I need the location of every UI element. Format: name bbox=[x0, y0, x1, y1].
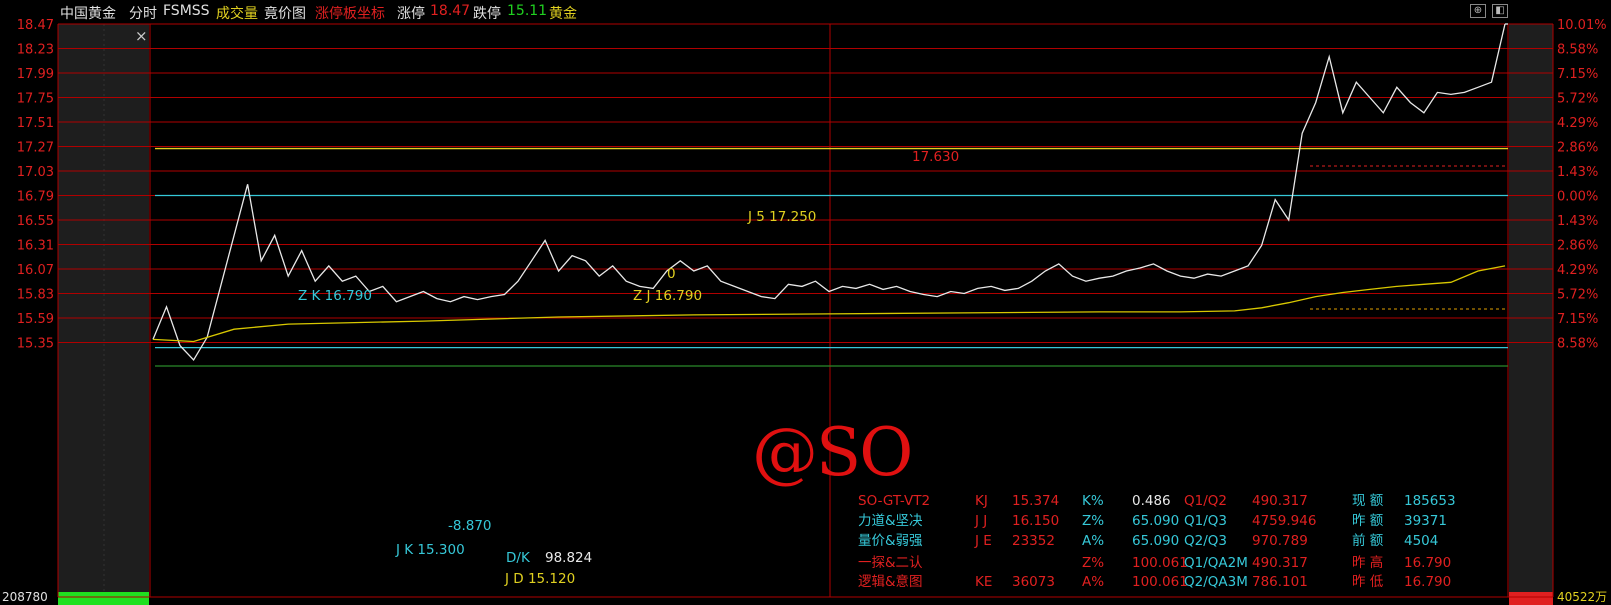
annotation-zj: Z J 16.790 bbox=[633, 288, 702, 304]
info-cell: SO-GT-VT2 bbox=[858, 493, 930, 509]
info-cell: 65.090 bbox=[1132, 533, 1179, 549]
left-axis-tick: 17.75 bbox=[17, 92, 54, 107]
info-cell: 185653 bbox=[1404, 493, 1456, 509]
info-cell: J J bbox=[974, 513, 987, 529]
info-cell: 昨 高 bbox=[1352, 554, 1383, 571]
volume-bar-red bbox=[1509, 592, 1553, 605]
info-cell: Z% bbox=[1082, 513, 1104, 529]
info-cell: Q2/Q3 bbox=[1184, 533, 1227, 549]
right-axis-tick: 2.86% bbox=[1557, 239, 1598, 254]
info-cell: Q1/Q3 bbox=[1184, 513, 1227, 529]
info-cell: KE bbox=[975, 574, 992, 590]
intraday-chart[interactable]: 18.47 18.23 17.99 17.75 17.51 17.27 17.03 16.79… bbox=[0, 0, 1611, 605]
level-lines bbox=[155, 147, 1508, 367]
left-axis-tick: 17.99 bbox=[17, 67, 54, 82]
left-axis-tick: 17.03 bbox=[17, 165, 54, 180]
info-cell: 100.061 bbox=[1132, 555, 1188, 571]
info-cell: A% bbox=[1082, 574, 1104, 590]
info-cell: 39371 bbox=[1404, 513, 1447, 529]
volume-left-value: 208780 bbox=[2, 590, 48, 604]
info-cell: 15.374 bbox=[1012, 493, 1059, 509]
close-icon[interactable]: × bbox=[135, 27, 148, 45]
annotation-neg8870: -8.870 bbox=[448, 518, 492, 534]
info-cell: 100.061 bbox=[1132, 574, 1188, 590]
info-cell: KJ bbox=[975, 493, 988, 509]
info-cell: 65.090 bbox=[1132, 513, 1179, 529]
annotation-zk: Z K 16.790 bbox=[298, 288, 372, 304]
info-cell: 现 额 bbox=[1352, 493, 1384, 509]
left-axis-tick: 16.79 bbox=[17, 190, 54, 205]
info-cell: 昨 低 bbox=[1352, 574, 1384, 590]
right-axis-tick: 8.58% bbox=[1557, 337, 1598, 352]
info-cell: 昨 额 bbox=[1352, 513, 1384, 529]
annotation-zero: 0 bbox=[667, 266, 676, 282]
right-axis-tick: 0.00% bbox=[1557, 190, 1598, 205]
info-cell: 一探&二认 bbox=[858, 555, 923, 571]
right-axis-tick: 4.29% bbox=[1557, 116, 1598, 131]
info-cell: Q1/QA2M bbox=[1184, 555, 1248, 571]
info-cell: A% bbox=[1082, 533, 1104, 549]
info-cell: K% bbox=[1082, 493, 1104, 509]
info-cell: 36073 bbox=[1012, 574, 1055, 590]
indicator-table: SO-GT-VT2 KJ 15.374 K% 0.486 Q1/Q2 490.317 现 额 1… bbox=[858, 493, 1456, 590]
annotation-dk_label: D/K bbox=[506, 550, 531, 566]
right-axis-tick: 4.29% bbox=[1557, 263, 1598, 278]
volume-bar-green bbox=[58, 592, 149, 605]
annotation-val_17630: 17.630 bbox=[912, 149, 959, 165]
volume-right-value: 40522万 bbox=[1557, 590, 1607, 604]
series-price bbox=[152, 23, 1506, 361]
info-cell: 逻辑&意图 bbox=[858, 573, 923, 590]
left-axis-tick: 15.83 bbox=[17, 288, 54, 303]
right-axis-tick: 8.58% bbox=[1557, 43, 1598, 58]
left-axis-tick: 15.35 bbox=[17, 337, 54, 352]
annotation-jd: J D 15.120 bbox=[504, 571, 575, 587]
watermark: @SO bbox=[752, 414, 913, 491]
info-cell: Q1/Q2 bbox=[1184, 493, 1227, 509]
info-cell: 23352 bbox=[1012, 533, 1055, 549]
right-axis-tick: 2.86% bbox=[1557, 141, 1598, 156]
info-cell: 力道&坚决 bbox=[858, 513, 923, 529]
info-cell: J E bbox=[974, 533, 992, 549]
info-cell: Q2/QA3M bbox=[1184, 574, 1248, 590]
left-axis-tick: 16.55 bbox=[17, 214, 54, 229]
info-cell: Z% bbox=[1082, 555, 1104, 571]
left-axis-tick: 17.27 bbox=[17, 141, 54, 156]
info-cell: 490.317 bbox=[1252, 493, 1308, 509]
info-cell: 4759.946 bbox=[1252, 513, 1316, 529]
left-axis-tick: 17.51 bbox=[17, 116, 54, 131]
right-axis-tick: 7.15% bbox=[1557, 67, 1598, 82]
left-axis-tick: 15.59 bbox=[17, 312, 54, 327]
right-axis-tick: 10.01% bbox=[1557, 18, 1607, 33]
info-cell: 786.101 bbox=[1252, 574, 1308, 590]
right-axis-tick: 5.72% bbox=[1557, 288, 1598, 303]
info-cell: 16.790 bbox=[1404, 574, 1451, 590]
left-axis-tick: 16.31 bbox=[17, 239, 54, 254]
info-cell: 量价&弱强 bbox=[858, 533, 923, 549]
right-axis-tick: 7.15% bbox=[1557, 312, 1598, 327]
right-axis-tick: 1.43% bbox=[1557, 214, 1598, 229]
info-cell: 16.150 bbox=[1012, 513, 1059, 529]
left-axis-tick: 18.23 bbox=[17, 43, 54, 58]
info-cell: 前 额 bbox=[1352, 532, 1384, 549]
left-axis-tick: 16.07 bbox=[17, 263, 54, 278]
info-cell: 4504 bbox=[1404, 533, 1438, 549]
info-cell: 16.790 bbox=[1404, 555, 1451, 571]
right-axis-tick: 1.43% bbox=[1557, 165, 1598, 180]
right-volume-panel bbox=[1509, 24, 1553, 592]
info-cell: 970.789 bbox=[1252, 533, 1308, 549]
annotation-jk: J K 15.300 bbox=[395, 542, 465, 558]
annotation-j5: J 5 17.250 bbox=[747, 209, 816, 225]
info-cell: 0.486 bbox=[1132, 493, 1171, 509]
left-axis-tick: 18.47 bbox=[17, 18, 54, 33]
info-cell: 490.317 bbox=[1252, 555, 1308, 571]
annotation-dk_value: 98.824 bbox=[545, 550, 592, 566]
right-axis-tick: 5.72% bbox=[1557, 92, 1598, 107]
